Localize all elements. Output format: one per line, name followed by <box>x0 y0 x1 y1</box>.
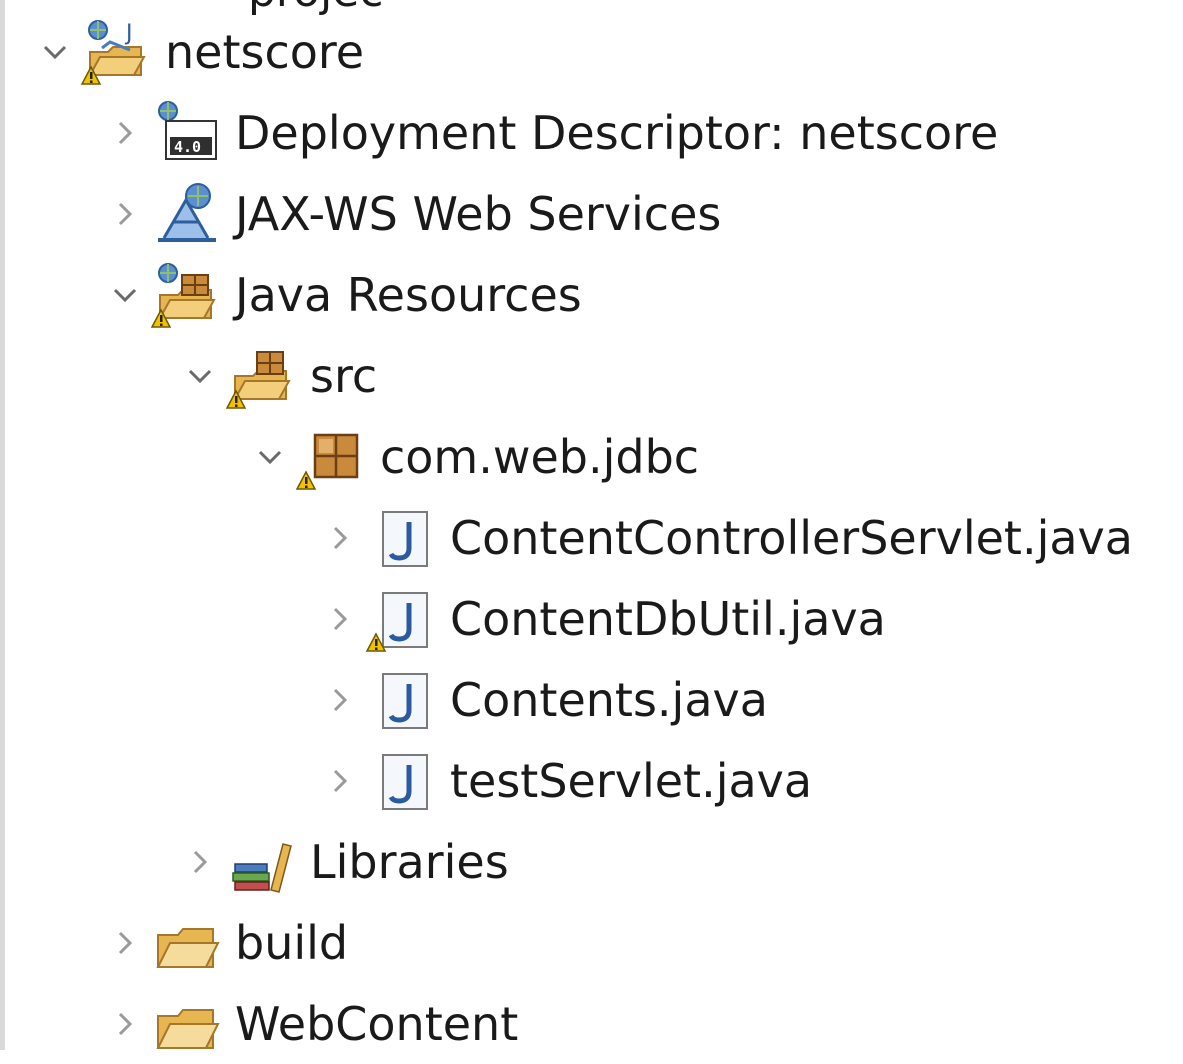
java-file-icon <box>365 665 440 735</box>
tree-item-java-file[interactable]: ContentControllerServlet.java <box>315 497 1133 578</box>
libraries-icon <box>225 827 300 897</box>
tree-item-label: WebContent <box>235 996 519 1051</box>
web-services-icon <box>150 179 225 249</box>
tree-item-jax-ws-web-services[interactable]: JAX-WS Web Services <box>100 173 721 254</box>
tree-item-label: src <box>310 348 378 403</box>
tree-item-label: Libraries <box>310 834 509 889</box>
tree-item-label: Deployment Descriptor: netscore <box>235 105 999 160</box>
tree-item-label: com.web.jdbc <box>380 429 700 484</box>
tree-item-folder-build[interactable]: build <box>100 902 348 983</box>
source-folder-icon <box>225 341 300 411</box>
java-file-icon <box>365 584 440 654</box>
tree-item-label: ContentDbUtil.java <box>450 591 886 646</box>
tree-item-label: Contents.java <box>450 672 768 727</box>
tree-item-deployment-descriptor[interactable]: 4.0 Deployment Descriptor: netscore <box>100 92 998 173</box>
chevron-down-icon[interactable] <box>30 27 80 77</box>
svg-text:4.0: 4.0 <box>174 138 201 156</box>
folder-icon <box>150 908 225 978</box>
folder-icon <box>150 989 225 1059</box>
chevron-right-icon[interactable] <box>100 108 150 158</box>
project-explorer-tree: J netscore 4.0 Deployment Descriptor: ne… <box>0 0 1183 1050</box>
svg-text:J: J <box>124 21 133 46</box>
tree-item-src[interactable]: src <box>175 335 377 416</box>
tree-item-folder-webcontent[interactable]: WebContent <box>100 983 518 1064</box>
chevron-down-icon[interactable] <box>175 351 225 401</box>
tree-item-java-file[interactable]: ContentDbUtil.java <box>315 578 886 659</box>
tree-item-label: JAX-WS Web Services <box>235 186 722 241</box>
package-icon <box>295 422 370 492</box>
chevron-right-icon[interactable] <box>315 675 365 725</box>
deployment-descriptor-icon: 4.0 <box>150 98 225 168</box>
tree-item-label: build <box>235 915 349 970</box>
chevron-right-icon[interactable] <box>315 594 365 644</box>
tree-item-label: ContentControllerServlet.java <box>450 510 1133 565</box>
tree-item-package-com-web-jdbc[interactable]: com.web.jdbc <box>245 416 699 497</box>
tree-item-libraries[interactable]: Libraries <box>175 821 509 902</box>
chevron-right-icon[interactable] <box>175 837 225 887</box>
java-file-icon <box>365 746 440 816</box>
chevron-down-icon[interactable] <box>245 432 295 482</box>
chevron-right-icon[interactable] <box>315 756 365 806</box>
tree-item-label: Java Resources <box>235 267 582 322</box>
tree-item-java-file[interactable]: testServlet.java <box>315 740 812 821</box>
tree-item-netscore[interactable]: J netscore <box>30 11 364 92</box>
java-resources-icon <box>150 260 225 330</box>
chevron-right-icon[interactable] <box>100 999 150 1049</box>
tree-item-label: netscore <box>165 24 365 79</box>
tree-item-label: testServlet.java <box>450 753 813 808</box>
java-file-icon <box>365 503 440 573</box>
chevron-right-icon[interactable] <box>100 189 150 239</box>
chevron-right-icon[interactable] <box>315 513 365 563</box>
chevron-right-icon[interactable] <box>100 918 150 968</box>
tree-item-java-file[interactable]: Contents.java <box>315 659 768 740</box>
chevron-down-icon[interactable] <box>100 270 150 320</box>
web-project-icon: J <box>80 17 155 87</box>
tree-item-java-resources[interactable]: Java Resources <box>100 254 582 335</box>
